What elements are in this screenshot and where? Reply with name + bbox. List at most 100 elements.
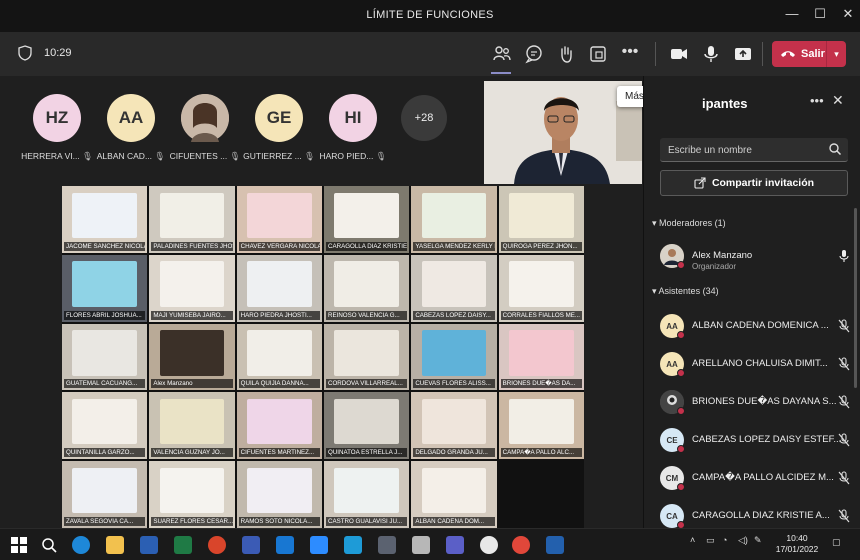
tray-chevron-icon[interactable]: ˄ [690, 535, 695, 545]
video-tile[interactable]: PALADINES FUENTES JHOSS... [149, 186, 235, 253]
search-icon[interactable] [40, 536, 58, 554]
attendee-row[interactable]: CE CABEZAS LOPEZ DAISY ESTEF... [660, 428, 850, 458]
mic-off-icon[interactable] [838, 509, 850, 528]
video-tile[interactable]: CABEZAS LOPEZ DAISY... [411, 254, 497, 322]
system-clock[interactable]: 10:40 17/01/2022 [770, 533, 824, 555]
participant-avatar[interactable]: AA ALBAN CAD... 🎙 [94, 94, 168, 162]
video-tile[interactable]: QUINATOA ESTRELLA J... [324, 392, 410, 460]
participant-name: GUTIERREZ ... 🎙 [243, 151, 315, 161]
camera-icon[interactable] [668, 43, 690, 65]
participant-avatar[interactable]: HI HARO PIED... 🎙 [316, 94, 390, 162]
rooms-icon[interactable] [587, 43, 609, 65]
tile-name-label: CORRALES FIALLOS ME... [500, 310, 582, 320]
video-tile[interactable]: VALENCIA GUZNAY JO... [149, 392, 235, 460]
photos-icon[interactable] [412, 536, 430, 554]
attendee-row[interactable]: AA ARELLANO CHALUISA DIMIT... [660, 352, 850, 382]
close-icon[interactable]: ✕ [832, 92, 844, 109]
powerpoint-icon[interactable] [208, 536, 226, 554]
close-window-icon[interactable]: ✕ [834, 6, 860, 26]
writer-icon[interactable] [546, 536, 564, 554]
box-app-icon[interactable] [378, 536, 396, 554]
share-screen-icon[interactable] [732, 43, 754, 65]
excel-icon[interactable] [174, 536, 192, 554]
chat-icon[interactable] [523, 43, 545, 65]
panel-more-icon[interactable]: ••• [810, 93, 824, 108]
mic-off-icon[interactable] [838, 471, 850, 490]
search-input[interactable] [668, 142, 818, 158]
video-tile[interactable]: CAMPA�A PALLO ALC... [498, 392, 584, 460]
notifications-icon[interactable]: ▢ [832, 537, 841, 548]
maximize-icon[interactable]: ☐ [806, 6, 834, 26]
file-explorer-icon[interactable] [106, 536, 124, 554]
moderator-row[interactable]: Alex Manzano Organizador [660, 244, 850, 274]
mic-off-icon[interactable] [838, 395, 850, 414]
video-tile[interactable]: CHAVEZ VERGARA NICOLAS ... [236, 186, 322, 253]
video-tile[interactable]: QUIROGA PEREZ JHON... [498, 186, 584, 253]
video-tile[interactable]: CARAGOLLA DIAZ KRISTIE A... [324, 186, 410, 253]
video-tile[interactable]: HARO PIEDRA JHOSTI... [236, 254, 322, 322]
mic-off-icon[interactable] [838, 433, 850, 452]
participant-avatar[interactable]: GE GUTIERREZ ... 🎙 [242, 94, 316, 162]
word-icon[interactable] [140, 536, 158, 554]
attendee-row[interactable]: CM CAMPA�A PALLO ALCIDEZ M... [660, 466, 850, 496]
mail-icon[interactable] [276, 536, 294, 554]
video-tile[interactable]: ZAVALA SEGOVIA CA... [62, 461, 148, 528]
video-tile[interactable]: SUAREZ FLORES CESAR... [149, 461, 235, 528]
panel-scrollbar[interactable] [854, 208, 857, 388]
raise-hand-icon[interactable] [555, 43, 577, 65]
video-tile[interactable]: YASELGA MENDEZ KERLY M... [411, 186, 497, 253]
microphone-icon[interactable] [700, 43, 722, 65]
attendee-row[interactable]: AA ALBAN CADENA DOMENICA ... [660, 314, 850, 344]
minimize-icon[interactable]: — [778, 6, 806, 26]
video-tile[interactable]: QUILA QUIJIA DANNA... [236, 323, 322, 391]
volume-icon[interactable]: ◁) [738, 535, 748, 546]
settings-app-icon[interactable] [480, 536, 498, 554]
network-icon[interactable]: ◔ [722, 535, 727, 545]
video-tile[interactable]: REINOSO VALENCIA G... [324, 254, 410, 322]
attendees-header[interactable]: ▾ Asistentes (34) [652, 286, 719, 297]
participant-avatar[interactable]: CIFUENTES ... 🎙 [168, 94, 242, 162]
mic-off-icon[interactable] [838, 357, 850, 376]
video-tile[interactable]: CIFUENTES MARTINEZ... [236, 392, 322, 460]
mic-off-icon[interactable] [838, 319, 850, 338]
video-content [72, 192, 138, 239]
video-content [159, 330, 225, 376]
language-icon[interactable]: ✎ [754, 535, 762, 546]
facebook-icon[interactable] [242, 536, 260, 554]
zoom-icon[interactable] [310, 536, 328, 554]
participant-avatar[interactable]: HZ HERRERA VI... 🎙 [20, 94, 94, 162]
video-tile[interactable]: RAMOS SOTO NICOLA... [236, 461, 322, 528]
share-invitation-button[interactable]: Compartir invitación [660, 170, 848, 196]
video-tile[interactable]: Alex Manzano [149, 323, 235, 391]
video-tile[interactable]: CASTRO GUALAVISI JU... [324, 461, 410, 528]
video-tile[interactable]: BRIONES DUE�AS DA... [498, 323, 584, 391]
video-tile[interactable]: CORDOVA VILLARREAL... [324, 323, 410, 391]
teams-icon[interactable] [446, 536, 464, 554]
participant-name: HERRERA VI... 🎙 [21, 151, 93, 161]
participants-icon[interactable] [491, 43, 513, 65]
more-actions-icon[interactable]: ••• [619, 43, 641, 65]
video-tile[interactable]: GUATEMAL CACUANG... [62, 323, 148, 391]
search-icon[interactable] [828, 142, 842, 161]
video-tile[interactable]: CUEVAS FLORES ALISS... [411, 323, 497, 391]
edge-browser-icon[interactable] [72, 536, 90, 554]
attendee-row[interactable]: BRIONES DUE�AS DAYANA S... [660, 390, 850, 420]
note-app-icon[interactable] [344, 536, 362, 554]
leave-button[interactable]: Salir ▾ [772, 41, 846, 67]
video-tile[interactable]: JACOME SANCHEZ NICOLAS ... [62, 186, 148, 253]
video-tile[interactable]: ALBAN CADENA DOM... [411, 461, 497, 528]
clock-time: 10:40 [786, 533, 808, 543]
chrome-icon[interactable] [512, 536, 530, 554]
video-tile[interactable]: DELGADO GRANDA JU... [411, 392, 497, 460]
microphone-icon[interactable] [838, 249, 850, 268]
moderators-header[interactable]: ▾ Moderadores (1) [652, 218, 726, 229]
chevron-down-icon: ▾ [652, 218, 657, 228]
chevron-down-icon[interactable]: ▾ [826, 41, 846, 67]
windows-start-icon[interactable] [10, 536, 28, 554]
video-tile[interactable]: FLORES ABRIL JOSHUA... [62, 254, 148, 322]
more-participants-button[interactable]: +28 [401, 95, 447, 141]
video-tile[interactable]: CORRALES FIALLOS ME... [498, 254, 584, 322]
video-grid: JACOME SANCHEZ NICOLAS ... PALADINES FUEN… [62, 186, 584, 528]
video-tile[interactable]: QUINTANILLA GARZO... [62, 392, 148, 460]
video-tile[interactable]: MAJI YUMISEBA JAIRO... [149, 254, 235, 322]
